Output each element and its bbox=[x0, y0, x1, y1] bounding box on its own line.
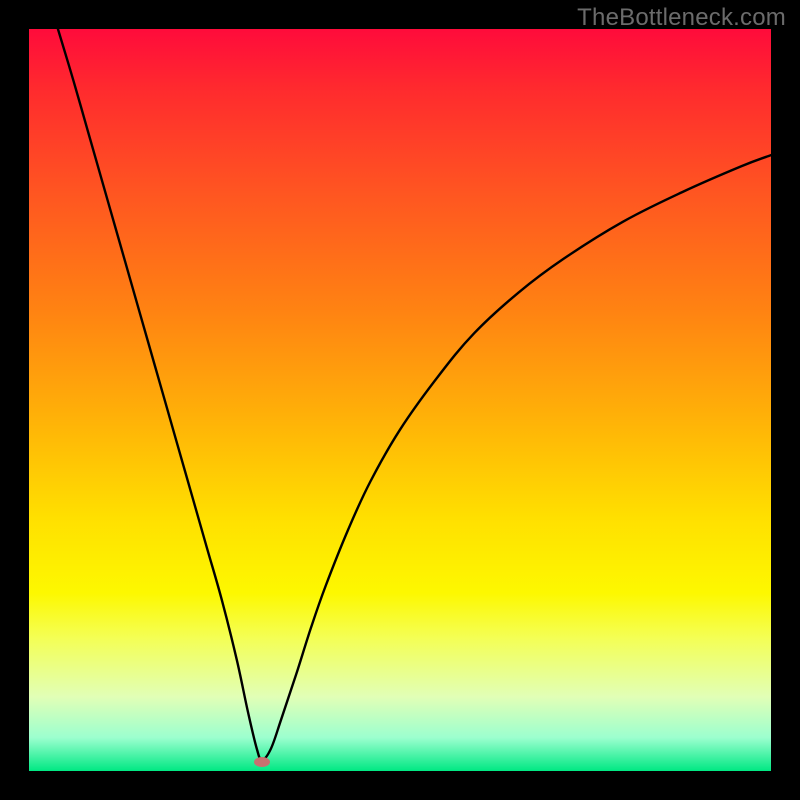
minimum-point-marker bbox=[254, 757, 270, 767]
watermark-text: TheBottleneck.com bbox=[577, 4, 786, 32]
plot-area bbox=[29, 29, 771, 771]
curve-svg bbox=[29, 29, 771, 771]
bottleneck-curve bbox=[58, 29, 771, 760]
chart-frame: TheBottleneck.com bbox=[0, 0, 800, 800]
